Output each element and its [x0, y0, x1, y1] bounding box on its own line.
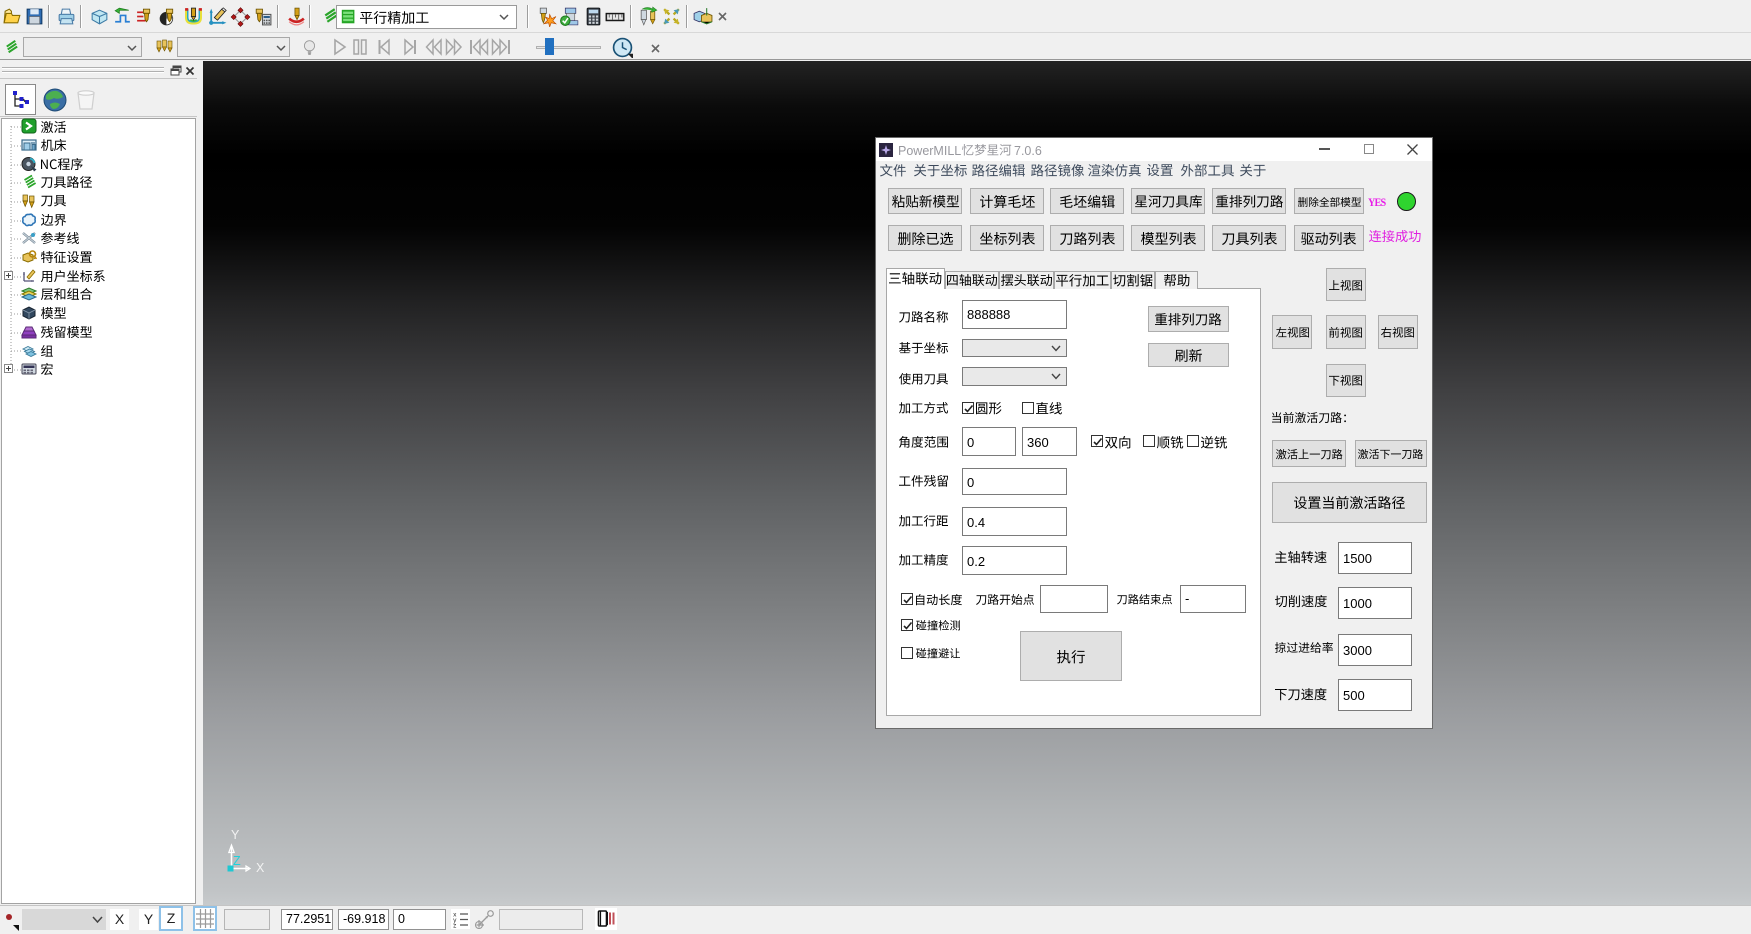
svg-text:z: z [453, 923, 457, 929]
svg-text:X: X [256, 861, 265, 875]
svg-text:Z: Z [233, 854, 241, 868]
svg-text:Y: Y [231, 828, 240, 842]
